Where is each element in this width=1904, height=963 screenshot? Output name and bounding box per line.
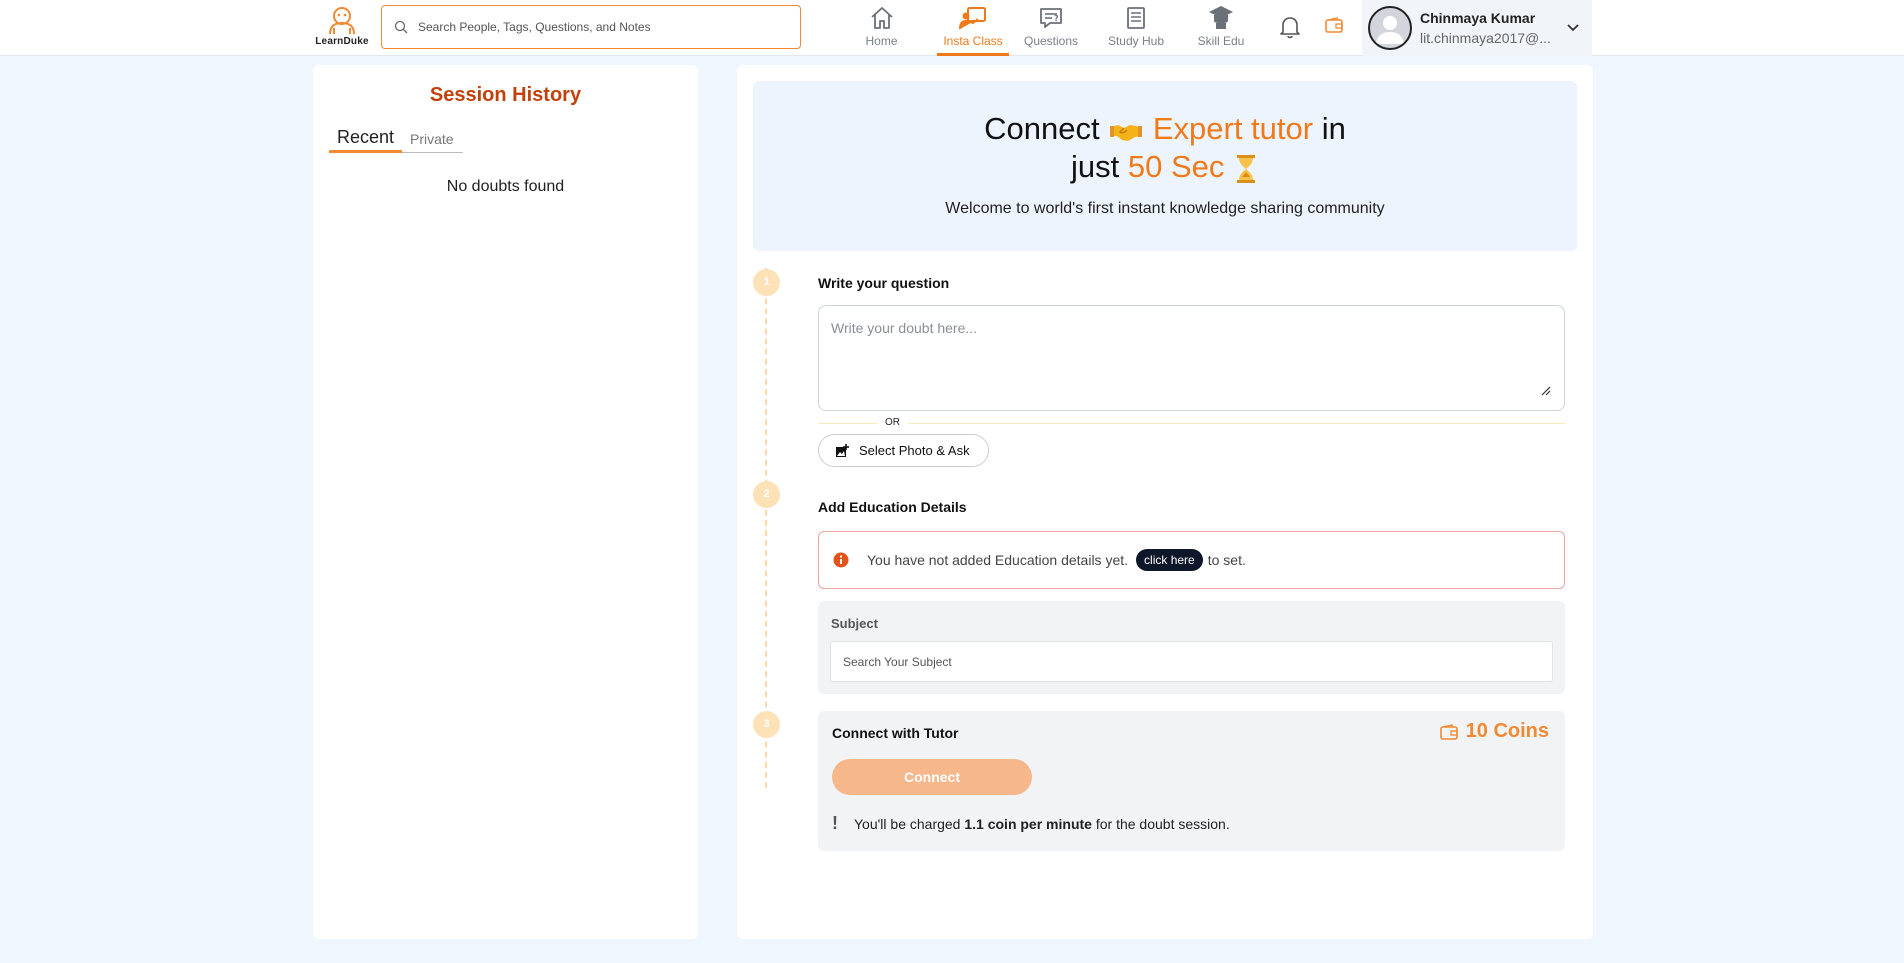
info-icon — [833, 552, 849, 568]
hero-banner: Connect Expert tutor in just 50 Sec Welc… — [753, 81, 1577, 251]
graduation-cap-icon — [1209, 6, 1233, 29]
user-email: lit.chinmaya2017@... — [1420, 30, 1551, 46]
learnduke-logo[interactable]: LearnDuke — [310, 6, 374, 50]
notifications-button[interactable] — [1278, 14, 1302, 45]
coins-value: 10 Coins — [1465, 720, 1549, 742]
user-avatar-icon — [1376, 16, 1404, 44]
svg-text:?: ? — [1054, 14, 1059, 23]
home-icon — [870, 7, 893, 29]
step-3-title: Connect with Tutor — [832, 725, 959, 741]
nav-questions[interactable]: ? Questions — [1022, 0, 1080, 56]
global-search[interactable] — [381, 5, 801, 49]
session-history-title: Session History — [429, 84, 582, 106]
charge-rate: 1.1 coin per minute — [964, 815, 1092, 832]
chevron-down-icon[interactable] — [1566, 23, 1580, 33]
select-photo-label: Select Photo & Ask — [859, 443, 970, 458]
nav-insta-class[interactable]: Insta Class — [937, 0, 1009, 56]
hero-line-1: Connect Expert tutor in — [753, 111, 1577, 147]
add-photo-icon — [836, 443, 849, 457]
charge-suffix: for the doubt session. — [1095, 815, 1230, 832]
step-3-badge: 3 — [753, 711, 780, 738]
subject-label: Subject — [831, 616, 878, 631]
insta-class-panel: Connect Expert tutor in just 50 Sec Welc… — [737, 65, 1593, 939]
subject-search-input[interactable] — [830, 641, 1553, 682]
step-1-badge: 1 — [753, 269, 780, 296]
avatar — [1368, 6, 1412, 50]
user-name: Chinmaya Kumar — [1420, 10, 1536, 26]
search-icon — [394, 20, 408, 34]
education-alert: You have not added Education details yet… — [818, 531, 1565, 589]
tab-private[interactable]: Private — [410, 131, 454, 147]
connect-section: Connect with Tutor 10 Coins Connect ! Yo… — [818, 711, 1565, 851]
questions-icon: ? — [1040, 8, 1062, 28]
exclamation-icon: ! — [832, 813, 838, 833]
education-alert-text: You have not added Education details yet… — [867, 552, 1129, 568]
nav-questions-label: Questions — [1023, 34, 1079, 48]
insta-class-icon — [959, 7, 986, 30]
nav-insta-class-label: Insta Class — [943, 34, 1003, 48]
empty-state-text: No doubts found — [446, 178, 565, 195]
or-divider — [818, 423, 1565, 424]
top-navbar: LearnDuke Home Insta Class — [0, 0, 1904, 56]
hero-subtitle: Welcome to world's first instant knowled… — [945, 200, 1385, 217]
step-1-title: Write your question — [818, 275, 950, 291]
hourglass-icon — [1237, 154, 1255, 183]
steps-connector — [765, 268, 767, 788]
doubt-textarea[interactable] — [818, 305, 1565, 411]
hero-expert-tutor: Expert tutor — [1152, 111, 1314, 146]
select-photo-button[interactable]: Select Photo & Ask — [818, 434, 989, 467]
wallet-icon — [1439, 723, 1458, 740]
search-input[interactable] — [418, 20, 778, 34]
study-hub-icon — [1127, 7, 1145, 29]
user-profile-menu[interactable]: Chinmaya Kumar lit.chinmaya2017@... — [1362, 0, 1592, 56]
tab-recent[interactable]: Recent — [329, 127, 402, 153]
coins-cost: 10 Coins — [1439, 720, 1549, 743]
handshake-icon — [1110, 124, 1143, 141]
step-2-title: Add Education Details — [818, 499, 967, 515]
charge-prefix: You'll be charged — [854, 815, 961, 832]
session-history-panel: Session History Recent Private No doubts… — [313, 65, 698, 939]
nav-home[interactable]: Home — [859, 0, 904, 56]
click-here-button[interactable]: click here — [1136, 549, 1203, 571]
nav-home-label: Home — [865, 34, 898, 48]
hero-just: just — [1070, 149, 1120, 184]
wallet-icon — [1325, 17, 1343, 33]
step-2-badge: 2 — [753, 481, 780, 508]
hero-in: in — [1321, 111, 1346, 146]
hero-seconds: 50 Sec — [1127, 149, 1225, 184]
nav-skill-edu[interactable]: Skill Edu — [1195, 0, 1247, 56]
logo-mark-icon — [329, 7, 355, 35]
subject-section: Subject — [818, 601, 1565, 694]
resize-handle-icon[interactable] — [1540, 385, 1552, 397]
logo-text: LearnDuke — [315, 36, 369, 47]
session-tabs: Recent Private — [329, 127, 463, 153]
nav-skill-edu-label: Skill Edu — [1197, 34, 1245, 48]
charge-note: ! You'll be charged 1.1 coin per minute … — [832, 813, 1230, 834]
wallet-button[interactable] — [1325, 17, 1343, 38]
hero-connect: Connect — [984, 111, 1100, 146]
or-label: OR — [877, 417, 908, 428]
education-alert-suffix: to set. — [1207, 552, 1246, 568]
bell-icon — [1280, 17, 1300, 39]
nav-study-hub-label: Study Hub — [1107, 34, 1165, 48]
nav-study-hub[interactable]: Study Hub — [1105, 0, 1167, 56]
hero-line-2: just 50 Sec — [753, 149, 1577, 185]
connect-button[interactable]: Connect — [832, 759, 1032, 795]
